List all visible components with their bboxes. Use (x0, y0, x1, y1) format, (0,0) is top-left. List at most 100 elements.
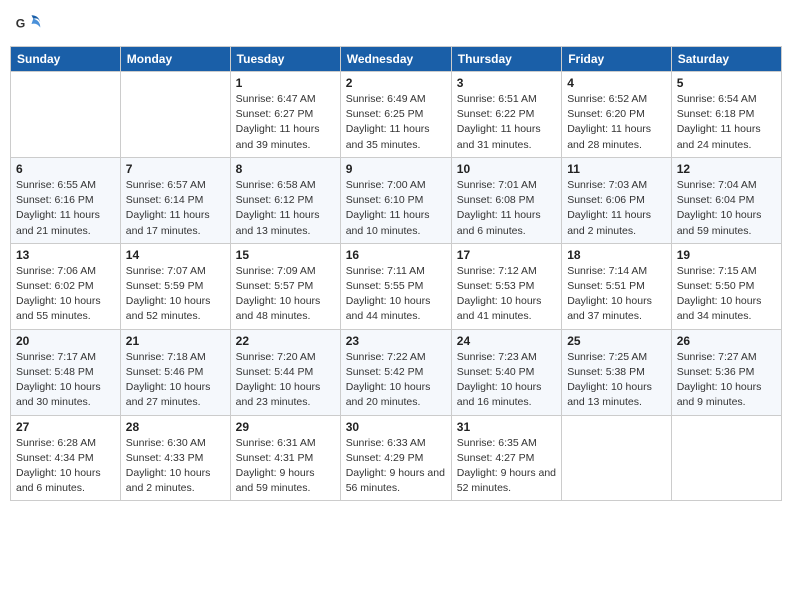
col-header-tuesday: Tuesday (230, 47, 340, 72)
logo: G (14, 10, 46, 38)
day-info: Sunrise: 6:28 AM Sunset: 4:34 PM Dayligh… (16, 436, 115, 497)
day-info: Sunrise: 7:04 AM Sunset: 6:04 PM Dayligh… (677, 178, 776, 239)
calendar-cell-w2d0: 13 Sunrise: 7:06 AM Sunset: 6:02 PM Dayli… (11, 243, 121, 329)
day-number: 6 (16, 162, 115, 176)
day-number: 20 (16, 334, 115, 348)
page-header: G (10, 10, 782, 38)
day-number: 8 (236, 162, 335, 176)
day-number: 30 (346, 420, 446, 434)
calendar-cell-w1d6: 12 Sunrise: 7:04 AM Sunset: 6:04 PM Dayli… (671, 157, 781, 243)
day-number: 22 (236, 334, 335, 348)
col-header-thursday: Thursday (451, 47, 561, 72)
col-header-sunday: Sunday (11, 47, 121, 72)
day-info: Sunrise: 7:03 AM Sunset: 6:06 PM Dayligh… (567, 178, 666, 239)
calendar-cell-w3d1: 21 Sunrise: 7:18 AM Sunset: 5:46 PM Dayli… (120, 329, 230, 415)
calendar-cell-w3d3: 23 Sunrise: 7:22 AM Sunset: 5:42 PM Dayli… (340, 329, 451, 415)
calendar-cell-w1d1: 7 Sunrise: 6:57 AM Sunset: 6:14 PM Daylig… (120, 157, 230, 243)
calendar-cell-w2d2: 15 Sunrise: 7:09 AM Sunset: 5:57 PM Dayli… (230, 243, 340, 329)
day-number: 15 (236, 248, 335, 262)
calendar-cell-w1d0: 6 Sunrise: 6:55 AM Sunset: 6:16 PM Daylig… (11, 157, 121, 243)
calendar-cell-w0d1 (120, 72, 230, 158)
day-info: Sunrise: 7:27 AM Sunset: 5:36 PM Dayligh… (677, 350, 776, 411)
day-info: Sunrise: 6:31 AM Sunset: 4:31 PM Dayligh… (236, 436, 335, 497)
col-header-friday: Friday (562, 47, 672, 72)
day-info: Sunrise: 7:15 AM Sunset: 5:50 PM Dayligh… (677, 264, 776, 325)
day-number: 12 (677, 162, 776, 176)
day-info: Sunrise: 7:20 AM Sunset: 5:44 PM Dayligh… (236, 350, 335, 411)
day-info: Sunrise: 7:18 AM Sunset: 5:46 PM Dayligh… (126, 350, 225, 411)
calendar-cell-w1d4: 10Sunrise: 7:01 AM Sunset: 6:08 PM Dayli… (451, 157, 561, 243)
col-header-wednesday: Wednesday (340, 47, 451, 72)
day-number: 16 (346, 248, 446, 262)
day-info: Sunrise: 6:54 AM Sunset: 6:18 PM Dayligh… (677, 92, 776, 153)
day-info: Sunrise: 7:25 AM Sunset: 5:38 PM Dayligh… (567, 350, 666, 411)
day-info: Sunrise: 7:07 AM Sunset: 5:59 PM Dayligh… (126, 264, 225, 325)
calendar-cell-w0d0 (11, 72, 121, 158)
day-info: Sunrise: 7:17 AM Sunset: 5:48 PM Dayligh… (16, 350, 115, 411)
day-number: 13 (16, 248, 115, 262)
day-info: Sunrise: 7:11 AM Sunset: 5:55 PM Dayligh… (346, 264, 446, 325)
day-number: 23 (346, 334, 446, 348)
col-header-saturday: Saturday (671, 47, 781, 72)
day-number: 24 (457, 334, 556, 348)
day-info: Sunrise: 6:57 AM Sunset: 6:14 PM Dayligh… (126, 178, 225, 239)
day-number: 19 (677, 248, 776, 262)
day-number: 18 (567, 248, 666, 262)
day-number: 2 (346, 76, 446, 90)
day-number: 21 (126, 334, 225, 348)
calendar-cell-w2d1: 14 Sunrise: 7:07 AM Sunset: 5:59 PM Dayli… (120, 243, 230, 329)
calendar-cell-w4d2: 29Sunrise: 6:31 AM Sunset: 4:31 PM Dayli… (230, 415, 340, 501)
calendar-cell-w2d6: 19 Sunrise: 7:15 AM Sunset: 5:50 PM Dayli… (671, 243, 781, 329)
day-number: 17 (457, 248, 556, 262)
calendar-cell-w3d5: 25 Sunrise: 7:25 AM Sunset: 5:38 PM Dayli… (562, 329, 672, 415)
calendar-cell-w1d2: 8 Sunrise: 6:58 AM Sunset: 6:12 PM Daylig… (230, 157, 340, 243)
day-number: 31 (457, 420, 556, 434)
calendar-cell-w2d4: 17 Sunrise: 7:12 AM Sunset: 5:53 PM Dayli… (451, 243, 561, 329)
day-info: Sunrise: 7:14 AM Sunset: 5:51 PM Dayligh… (567, 264, 666, 325)
calendar-cell-w1d3: 9 Sunrise: 7:00 AM Sunset: 6:10 PM Daylig… (340, 157, 451, 243)
calendar-cell-w4d4: 31 Sunrise: 6:35 AM Sunset: 4:27 PM Dayli… (451, 415, 561, 501)
day-info: Sunrise: 7:00 AM Sunset: 6:10 PM Dayligh… (346, 178, 446, 239)
day-info: Sunrise: 6:33 AM Sunset: 4:29 PM Dayligh… (346, 436, 446, 497)
calendar-cell-w3d2: 22 Sunrise: 7:20 AM Sunset: 5:44 PM Dayli… (230, 329, 340, 415)
day-number: 1 (236, 76, 335, 90)
calendar-cell-w4d3: 30 Sunrise: 6:33 AM Sunset: 4:29 PM Dayli… (340, 415, 451, 501)
day-number: 14 (126, 248, 225, 262)
day-number: 9 (346, 162, 446, 176)
day-number: 4 (567, 76, 666, 90)
calendar-cell-w2d3: 16 Sunrise: 7:11 AM Sunset: 5:55 PM Dayli… (340, 243, 451, 329)
calendar-cell-w0d3: 2 Sunrise: 6:49 AM Sunset: 6:25 PM Daylig… (340, 72, 451, 158)
day-info: Sunrise: 6:49 AM Sunset: 6:25 PM Dayligh… (346, 92, 446, 153)
calendar-cell-w0d5: 4 Sunrise: 6:52 AM Sunset: 6:20 PM Daylig… (562, 72, 672, 158)
calendar-cell-w3d4: 24 Sunrise: 7:23 AM Sunset: 5:40 PM Dayli… (451, 329, 561, 415)
day-info: Sunrise: 7:01 AM Sunset: 6:08 PM Dayligh… (457, 178, 556, 239)
calendar-cell-w4d1: 28 Sunrise: 6:30 AM Sunset: 4:33 PM Dayli… (120, 415, 230, 501)
day-number: 28 (126, 420, 225, 434)
calendar-cell-w2d5: 18 Sunrise: 7:14 AM Sunset: 5:51 PM Dayli… (562, 243, 672, 329)
day-info: Sunrise: 7:23 AM Sunset: 5:40 PM Dayligh… (457, 350, 556, 411)
svg-text:G: G (16, 17, 26, 31)
day-info: Sunrise: 6:52 AM Sunset: 6:20 PM Dayligh… (567, 92, 666, 153)
calendar-table: SundayMondayTuesdayWednesdayThursdayFrid… (10, 46, 782, 501)
day-info: Sunrise: 6:51 AM Sunset: 6:22 PM Dayligh… (457, 92, 556, 153)
day-info: Sunrise: 6:58 AM Sunset: 6:12 PM Dayligh… (236, 178, 335, 239)
calendar-cell-w4d0: 27Sunrise: 6:28 AM Sunset: 4:34 PM Dayli… (11, 415, 121, 501)
logo-icon: G (14, 10, 42, 38)
day-number: 25 (567, 334, 666, 348)
day-info: Sunrise: 6:30 AM Sunset: 4:33 PM Dayligh… (126, 436, 225, 497)
col-header-monday: Monday (120, 47, 230, 72)
day-info: Sunrise: 7:22 AM Sunset: 5:42 PM Dayligh… (346, 350, 446, 411)
day-number: 5 (677, 76, 776, 90)
day-info: Sunrise: 6:35 AM Sunset: 4:27 PM Dayligh… (457, 436, 556, 497)
day-info: Sunrise: 7:06 AM Sunset: 6:02 PM Dayligh… (16, 264, 115, 325)
day-number: 3 (457, 76, 556, 90)
day-number: 26 (677, 334, 776, 348)
calendar-cell-w0d4: 3 Sunrise: 6:51 AM Sunset: 6:22 PM Daylig… (451, 72, 561, 158)
calendar-cell-w3d0: 20 Sunrise: 7:17 AM Sunset: 5:48 PM Dayli… (11, 329, 121, 415)
calendar-cell-w1d5: 11 Sunrise: 7:03 AM Sunset: 6:06 PM Dayli… (562, 157, 672, 243)
day-number: 11 (567, 162, 666, 176)
day-info: Sunrise: 7:12 AM Sunset: 5:53 PM Dayligh… (457, 264, 556, 325)
day-number: 7 (126, 162, 225, 176)
day-info: Sunrise: 6:55 AM Sunset: 6:16 PM Dayligh… (16, 178, 115, 239)
day-info: Sunrise: 7:09 AM Sunset: 5:57 PM Dayligh… (236, 264, 335, 325)
